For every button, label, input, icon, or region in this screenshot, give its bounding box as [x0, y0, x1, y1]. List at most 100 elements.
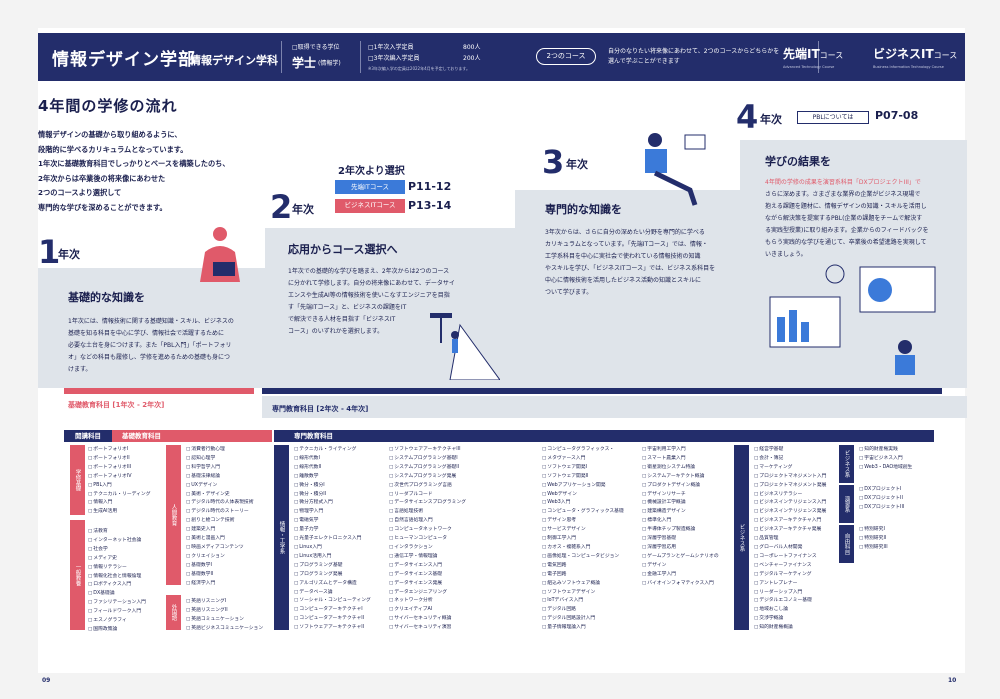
capacity1: 800人: [463, 44, 481, 51]
course-item: プログラミング基礎: [294, 562, 371, 571]
course2-title: ビジネスITコース: [873, 47, 958, 61]
course-item: クリエイション: [186, 553, 254, 562]
course-item: サービスデザイン: [542, 526, 624, 535]
year1-suffix: 年次: [58, 248, 80, 261]
side-joho: 情報・工学系: [274, 445, 289, 630]
course-item: 英語リスニングI: [186, 598, 263, 607]
course-item: システムアーキテクト概論: [642, 473, 719, 482]
course-item: Webアプリケーション開発: [542, 482, 624, 491]
year4-number: 4: [736, 98, 759, 136]
pbl-reference-page: P07-08: [875, 109, 919, 122]
list-ippan: 法教育インターネット社会論社会学メディア史情報リテラシー情報化社会と情報倫理ロボ…: [88, 528, 146, 635]
course-item: 深層学習応用: [642, 544, 719, 553]
degree-label: □取得できる学位: [292, 44, 340, 51]
side-jiyu: 自由科目: [839, 525, 854, 563]
select-from-year2: 2年次より選択: [338, 166, 405, 177]
course-item: フィールドワーク入門: [88, 608, 146, 617]
course-item: データサイエンス基礎: [389, 571, 466, 580]
course-item: ゲームプランとゲームシナリオの: [642, 553, 718, 562]
course-item: リーダブルコード: [389, 491, 466, 500]
course-item: 生成AI活用: [88, 508, 151, 517]
department-name: 情報デザイン学科: [190, 54, 278, 67]
course-item: コンピュータアーキテクチャII: [294, 615, 371, 624]
course-item: プロジェクトマネジメント入門: [754, 473, 826, 482]
course-item: 英語ビジネスコミュニケーション: [186, 625, 263, 634]
year2-number: 2: [270, 188, 293, 226]
course-item: 美術と漫画入門: [186, 535, 254, 544]
course-item: UXデザイン: [186, 482, 254, 491]
course-item: デジタルマーケティング: [754, 571, 826, 580]
course-item: 経済学入門: [186, 580, 254, 589]
course-item: 知的財産権概論: [754, 624, 826, 633]
course-item: プロジェクトマネジメント発展: [754, 482, 826, 491]
course-item: 半導体チップ製造概論: [642, 526, 719, 535]
course-item: システムプログラミング基礎II: [389, 464, 466, 473]
course-item: 次世代プログラミング言語: [389, 482, 466, 491]
course-item: 画像処理・コンピュータビジョン: [542, 553, 624, 562]
course-item: 宇宙ビジネス入門: [859, 455, 912, 464]
course-item: ポートフォリオIII: [88, 464, 151, 473]
course-item: 電気回路: [542, 562, 624, 571]
course-item: コンピュータアーキテクチャI: [294, 606, 371, 615]
courses-pill: 2つのコース: [536, 48, 596, 65]
course-item: 会計・簿記: [754, 455, 826, 464]
course-item: 地域おこし論: [754, 606, 826, 615]
course-item: コンピュータ・グラフィックス基礎: [542, 508, 624, 517]
course-item: 微分・積分I: [294, 482, 371, 491]
course-item: 特別研究II: [859, 535, 888, 544]
step1-title: 基礎的な知識を: [68, 291, 145, 304]
course-item: DXプロジェクトI: [859, 486, 904, 495]
list-gaikoku: 英語リスニングI英語リスニングII英語コミュニケーション英語ビジネスコミュニケー…: [186, 598, 263, 634]
course-item: データサイエンス発展: [389, 580, 466, 589]
course-item: 量子情報理論入門: [542, 624, 624, 633]
table-header-basic: 基礎教育科目: [112, 430, 272, 442]
course-item: ソフトウェア開発I: [542, 464, 624, 473]
capacity-note: ※3年次編入学の定員は2022年4月を予定しております。: [368, 66, 470, 71]
course-item: 認知心理学: [186, 455, 254, 464]
list-enshu: 知的財産権実践宇宙ビジネス入門Web3・DAO地域創生: [859, 446, 912, 473]
capacity1-label: □1年次入学定員: [368, 44, 414, 51]
course-item: デジタル時代の人体表現技術: [186, 499, 253, 508]
list-jiyu: 特別研究I特別研究II特別研究III: [859, 526, 888, 553]
course-item: アントレプレナー: [754, 580, 826, 589]
intro-text: 情報デザインの基礎から取り組めるように、 段階的に学べるカリキュラムとなっています…: [38, 130, 230, 212]
courses-description: 自分のなりたい将来像にあわせて、2つのコースからどちらかを選んで学ぶことができま…: [608, 48, 780, 65]
course-item: コンピュータネットワーク: [389, 526, 466, 535]
course-item: 映画メディアコンテンツ: [186, 544, 254, 553]
basic-band-label: 基礎教育科目 [1年次 - 2年次]: [68, 401, 165, 409]
page-number-right: 10: [948, 677, 957, 684]
course-item: 光量子エレクトロニクス入門: [294, 535, 371, 544]
course-item: システムプログラミング発展: [389, 473, 466, 482]
course-item: Linux入門: [294, 544, 371, 553]
list-joho-2: ソフトウェアアーキテクチャIIIシステムプログラミング基礎Iシステムプログラミン…: [389, 446, 466, 633]
course1-title: 先端ITコース: [783, 47, 844, 61]
course-item: 標準化入門: [642, 517, 719, 526]
course-item: デザイン思考: [542, 517, 624, 526]
course-item: ソフトウェアアーキテクチャII: [294, 624, 371, 633]
year3-suffix: 年次: [566, 158, 588, 171]
course-item: 情報化社会と情報倫理: [88, 573, 146, 582]
course-item: ビジネスアーキテクチャ発展: [754, 526, 826, 535]
course-item: 消費者行動心理: [186, 446, 254, 455]
course-item: グローバル人材開発: [754, 544, 826, 553]
course-item: 制御工学入門: [542, 535, 624, 544]
course-item: 宇宙利用工学入門: [642, 446, 719, 455]
course-item: PBL入門: [88, 482, 151, 491]
course-item: ネットワーク分析: [389, 597, 466, 606]
course-item: ポートフォリオII: [88, 455, 151, 464]
specialized-band-label: 専門教育科目 [2年次 - 4年次]: [272, 405, 369, 413]
course-item: 情報リテラシー: [88, 564, 146, 573]
course-item: 電子回路: [542, 571, 624, 580]
course-item: 知的財産権実践: [859, 446, 912, 455]
business-analytics-illustration: [769, 264, 936, 375]
year3-number: 3: [542, 143, 565, 181]
header-bar: 情報デザイン学部 情報デザイン学科 □取得できる学位 学士 (情報学) □1年次…: [38, 33, 965, 81]
list-joho-1: テクニカル・ライティング線形代数I線形代数II離散数学微分・積分I微分・積分II…: [294, 446, 371, 633]
course-page-advanced: P11-12: [408, 180, 452, 193]
course-item: Linux活用入門: [294, 553, 371, 562]
course-item: 法教育: [88, 528, 146, 537]
table-header-area: 開講科目: [64, 430, 112, 442]
course-item: 金融工学入門: [642, 571, 719, 580]
course-item: ポートフォリオI: [88, 446, 151, 455]
course-item: メディア史: [88, 555, 146, 564]
